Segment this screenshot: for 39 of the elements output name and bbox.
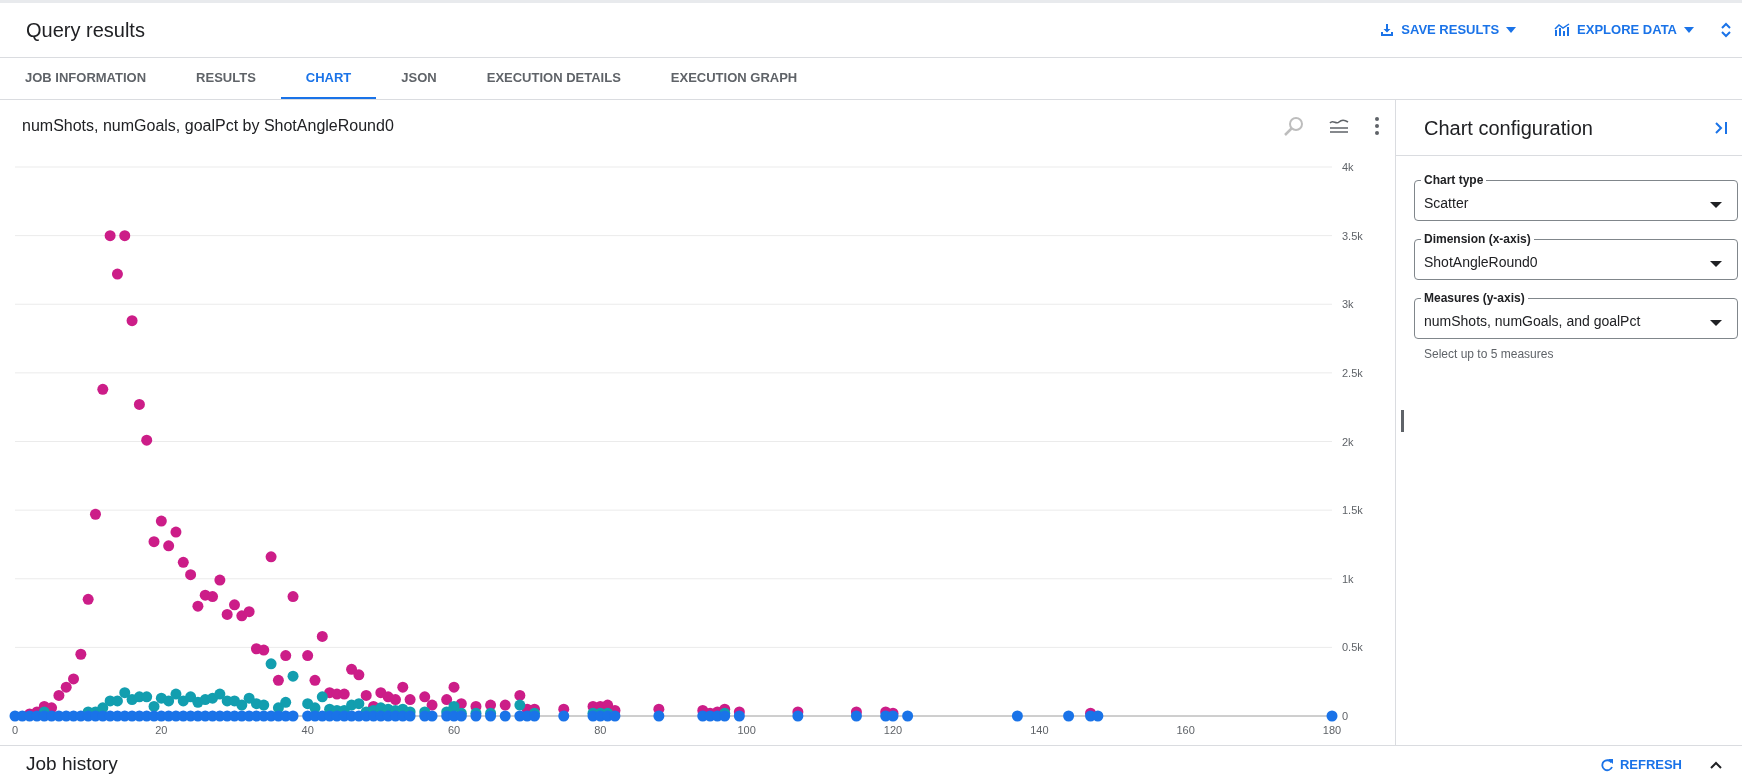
helper-text: Select up to 5 measures bbox=[1423, 346, 1555, 363]
x-tick-label: 40 bbox=[301, 724, 314, 736]
section-title: Job history bbox=[26, 752, 119, 777]
y-tick-label: 0 bbox=[1342, 710, 1349, 722]
x-tick-label: 100 bbox=[737, 724, 756, 736]
y-tick-label: 1k bbox=[1342, 572, 1354, 585]
field-label: Dimension (x-axis) bbox=[1421, 232, 1534, 246]
x-tick-label: 60 bbox=[447, 724, 461, 736]
tab[interactable]: EXECUTION DETAILS bbox=[461, 58, 646, 99]
y-tick-label: 1.5k bbox=[1342, 504, 1363, 517]
y-tick-label: 3k bbox=[1342, 298, 1354, 311]
tab[interactable]: JSON bbox=[376, 58, 462, 99]
field-label: Chart type bbox=[1421, 173, 1487, 187]
x-tick-label: 80 bbox=[594, 724, 607, 736]
panel-title: Chart configuration bbox=[1424, 115, 1594, 141]
refresh-button[interactable]: REFRESH bbox=[1599, 754, 1682, 775]
toolbar-button[interactable]: SAVE RESULTS bbox=[1368, 12, 1529, 48]
tab[interactable]: RESULTS bbox=[171, 58, 281, 99]
field-value: ShotAngleRound0 bbox=[1424, 253, 1539, 272]
tab[interactable]: EXECUTION GRAPH bbox=[645, 58, 823, 99]
field-label: Measures (y-axis) bbox=[1421, 291, 1528, 305]
x-tick-label: 120 bbox=[883, 724, 903, 736]
tab[interactable]: JOB INFORMATION bbox=[0, 58, 172, 99]
y-tick-label: 2k bbox=[1342, 435, 1354, 448]
y-tick-label: 2.5k bbox=[1342, 366, 1363, 379]
chart-title: numShots, numGoals, goalPct by ShotAngleRound0 bbox=[22, 116, 395, 136]
x-tick-label: 20 bbox=[155, 724, 168, 736]
y-tick-label: 3.5k bbox=[1342, 229, 1363, 242]
y-tick-label: 0.5k bbox=[1342, 641, 1363, 654]
panel-title: Query results bbox=[26, 18, 146, 43]
x-tick-label: 180 bbox=[1322, 724, 1342, 736]
y-tick-label: 4k bbox=[1342, 161, 1354, 173]
field-value: Scatter bbox=[1424, 194, 1470, 213]
field-value: numShots, numGoals, and goalPct bbox=[1424, 312, 1642, 331]
toolbar-button[interactable]: EXPLORE DATA bbox=[1542, 12, 1706, 48]
tab[interactable]: CHART bbox=[280, 58, 377, 99]
x-tick-label: 0 bbox=[11, 724, 19, 736]
x-tick-label: 140 bbox=[1030, 724, 1049, 736]
x-tick-label: 160 bbox=[1176, 724, 1195, 736]
